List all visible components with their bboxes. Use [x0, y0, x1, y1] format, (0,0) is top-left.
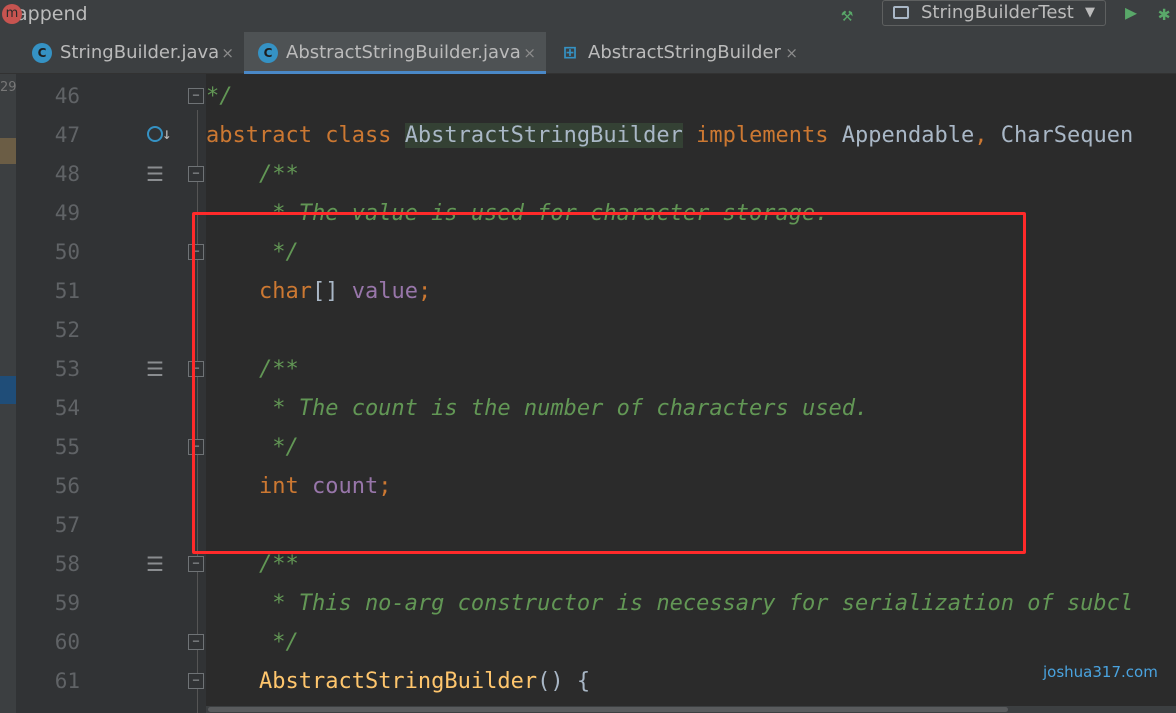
tab-stringbuilder-java[interactable]: C StringBuilder.java ×: [18, 32, 244, 74]
line-number: 47: [54, 123, 80, 147]
code-token: ,: [974, 123, 1001, 148]
debug-icon[interactable]: ✱: [1158, 1, 1170, 25]
code-line[interactable]: /**: [206, 155, 299, 194]
breadcrumb-method[interactable]: append: [16, 3, 88, 25]
javadoc-render-icon[interactable]: ☰: [146, 162, 164, 186]
tab-label: AbstractStringBuilder.java: [286, 42, 521, 63]
line-number: 48: [54, 162, 80, 186]
line-number: 60: [54, 630, 80, 654]
tab-abstractstringbuilder-java[interactable]: C AbstractStringBuilder.java ×: [244, 32, 546, 74]
navigation-bar: m append ⚒ StringBuilderTest ▼ ▶ ✱: [0, 0, 1176, 32]
line-number: 57: [54, 513, 80, 537]
sidebar-partial-text: 29: [0, 80, 17, 95]
run-configuration-select[interactable]: StringBuilderTest ▼: [882, 0, 1106, 26]
fold-start-icon[interactable]: −: [188, 673, 204, 689]
chevron-down-icon: ▼: [1085, 5, 1095, 20]
javadoc-render-icon[interactable]: ☰: [146, 552, 164, 576]
line-number: 51: [54, 279, 80, 303]
code-token: */: [206, 630, 299, 655]
line-number: 59: [54, 591, 80, 615]
code-token: Appendable: [841, 123, 975, 148]
code-token: AbstractStringBuilder: [258, 669, 538, 694]
highlight-annotation-box: [192, 212, 1026, 554]
code-line[interactable]: AbstractStringBuilder() {: [206, 662, 590, 701]
line-number: 61: [54, 669, 80, 693]
fold-start-icon[interactable]: −: [188, 166, 204, 182]
close-icon[interactable]: ×: [221, 32, 234, 74]
code-token: () {: [537, 669, 591, 694]
fold-end-icon[interactable]: −: [188, 88, 204, 104]
code-token: /**: [206, 552, 299, 577]
javadoc-render-icon[interactable]: ☰: [146, 357, 164, 381]
java-class-icon: C: [32, 43, 52, 63]
editor-tabs: C StringBuilder.java × C AbstractStringB…: [0, 32, 1176, 74]
code-token: implements: [682, 123, 842, 148]
code-token: /**: [206, 162, 299, 187]
close-icon[interactable]: ×: [785, 32, 798, 74]
fold-start-icon[interactable]: −: [188, 556, 204, 572]
run-icon[interactable]: ▶: [1125, 0, 1137, 24]
java-class-icon: C: [258, 43, 278, 63]
code-line[interactable]: */: [206, 623, 299, 662]
implements-gutter-icon[interactable]: ↓: [147, 124, 172, 146]
line-number: 53: [54, 357, 80, 381]
fold-end-icon[interactable]: −: [188, 634, 204, 650]
line-number: 55: [54, 435, 80, 459]
sidebar-selection: [0, 376, 16, 404]
tab-label: StringBuilder.java: [60, 42, 220, 63]
line-number: 49: [54, 201, 80, 225]
breadcrumb[interactable]: m append: [2, 0, 88, 28]
build-hammer-icon[interactable]: ⚒: [841, 2, 853, 26]
code-token: abstract class: [206, 123, 405, 148]
tab-abstractstringbuilder-hierarchy[interactable]: ⊞ AbstractStringBuilder ×: [546, 32, 808, 74]
code-token: * This no-arg constructor is necessary f…: [206, 591, 1134, 616]
code-token: AbstractStringBuilder: [404, 123, 683, 148]
line-number: 58: [54, 552, 80, 576]
code-line[interactable]: */: [206, 77, 233, 116]
sidebar-highlight: [0, 138, 16, 164]
line-number: 46: [54, 84, 80, 108]
method-icon: m: [2, 4, 22, 24]
code-token: */: [206, 84, 233, 109]
horizontal-scrollbar[interactable]: [206, 706, 1176, 713]
line-number: 50: [54, 240, 80, 264]
watermark: joshua317.com: [1043, 663, 1158, 681]
project-tool-strip: 29: [0, 74, 17, 713]
tab-label: AbstractStringBuilder: [588, 42, 781, 63]
run-config-icon: [893, 6, 909, 19]
line-number: 56: [54, 474, 80, 498]
code-line[interactable]: abstract class AbstractStringBuilder imp…: [206, 116, 1133, 155]
hierarchy-icon: ⊞: [562, 43, 578, 63]
code-token: CharSequen: [1000, 123, 1134, 148]
run-configuration-label: StringBuilderTest: [921, 2, 1074, 23]
line-number: 54: [54, 396, 80, 420]
close-icon[interactable]: ×: [523, 32, 536, 74]
code-line[interactable]: * This no-arg constructor is necessary f…: [206, 584, 1133, 623]
line-number: 52: [54, 318, 80, 342]
